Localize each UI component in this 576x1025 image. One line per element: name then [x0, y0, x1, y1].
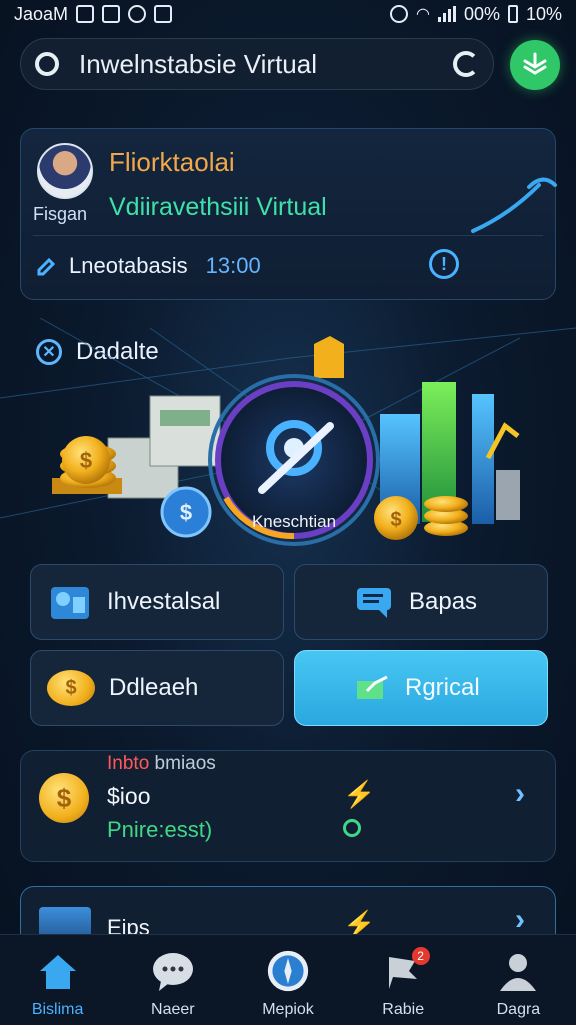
chevron-right-icon[interactable]: › [515, 777, 525, 811]
sync-icon [128, 5, 147, 23]
wifi-icon: ◠ [415, 6, 430, 23]
battery-percent-secondary: 10% [525, 3, 562, 24]
avatar[interactable] [37, 143, 93, 199]
register-button-label: Rgrical [405, 674, 480, 701]
puzzle-icon [51, 587, 89, 619]
profile-tagline: Vdiiravethsiii Virtual [109, 193, 327, 221]
trend-swoosh-icon [471, 177, 557, 233]
balance-label: Inbto bmiaos [107, 753, 216, 775]
layers-icon [523, 52, 547, 75]
wallet-button[interactable] [510, 40, 560, 90]
emblem-label: Kneschtian [251, 512, 337, 531]
chat-bubble-icon [357, 588, 391, 618]
pencil-icon [37, 257, 56, 276]
bug-icon [154, 5, 173, 23]
search-input[interactable]: Inwelnstabsie Virtual [79, 49, 453, 80]
user-icon [496, 949, 540, 993]
status-bar: JaoaM ◠ 00% 10% [0, 0, 576, 28]
schedule-label: Lneotabasis [69, 253, 188, 278]
lightning-icon: ⚡ [343, 779, 376, 809]
bapas-button-label: Bapas [409, 588, 478, 615]
svg-text:$: $ [390, 509, 401, 531]
nav-explore[interactable]: Mepiok [230, 935, 345, 1025]
invest-button-label: Ihvestalsal [107, 588, 221, 615]
profile-name: Fliorktaolai [109, 147, 235, 177]
search-bar[interactable]: Inwelnstabsie Virtual [20, 38, 494, 90]
dividends-button[interactable]: $ Ddleaeh [30, 650, 284, 726]
chat-icon [151, 949, 195, 993]
bottom-navigation: Bislima Naeer Mepiok 2 Rabie Dagra [0, 934, 576, 1025]
balance-rate: Pnire:esst) [107, 817, 213, 842]
divider [33, 235, 543, 236]
svg-text:$: $ [80, 448, 92, 473]
bapas-button[interactable]: Bapas [294, 564, 548, 640]
chevron-right-icon[interactable]: › [515, 903, 525, 937]
notification-badge: 2 [411, 947, 430, 965]
info-icon[interactable]: ! [429, 249, 459, 279]
svg-text:$: $ [180, 500, 192, 525]
status-dot-icon [343, 819, 361, 837]
signal-icon [437, 6, 456, 22]
nav-home-label: Bislima [31, 1001, 84, 1018]
battery-icon [507, 5, 518, 23]
nav-reports[interactable]: 2 Rabie [346, 935, 461, 1025]
battery-percent: 00% [463, 3, 500, 24]
profile-subtitle: Fisgan [33, 204, 88, 224]
cash-stack-icon [107, 395, 221, 499]
profile-card[interactable]: Fliorktaolai Fisgan Vdiiravethsiii Virtu… [20, 128, 557, 300]
dividends-button-label: Ddleaeh [109, 674, 199, 701]
nav-explore-label: Mepiok [262, 1001, 314, 1018]
dollar-coin-icon: $ [39, 773, 89, 823]
blue-coin-icon: $ [160, 486, 212, 538]
nav-reports-label: Rabie [382, 1001, 425, 1018]
register-icon [357, 675, 388, 699]
search-icon [35, 52, 59, 76]
refresh-icon[interactable] [453, 51, 479, 77]
compass-icon [266, 949, 310, 993]
balance-label-text: bmiaos [154, 753, 216, 774]
schedule-time: 13:00 [205, 253, 261, 278]
notification-icon [76, 5, 95, 23]
invest-button[interactable]: Ihvestalsal [30, 564, 284, 640]
balance-card[interactable]: $ Inbto bmiaos $ioo Pnire:esst) ⚡ › [20, 750, 556, 862]
coin-icon: $ [47, 670, 95, 706]
nav-profile[interactable]: Dagra [461, 935, 576, 1025]
schedule-row[interactable]: Lneotabasis 13:00 [35, 253, 261, 279]
home-icon [36, 949, 80, 993]
alarm-icon [389, 5, 408, 23]
nav-messages-label: Naeer [151, 1001, 195, 1018]
nav-profile-label: Dagra [496, 1001, 541, 1018]
nav-messages[interactable]: Naeer [115, 935, 230, 1025]
nav-home[interactable]: Bislima [0, 935, 115, 1025]
status-carrier-text: JaoaM [14, 3, 69, 24]
balance-amount: $ioo [107, 783, 151, 809]
app-icon [102, 5, 121, 23]
register-button[interactable]: Rgrical [294, 650, 548, 726]
balance-label-highlight: Inbto [107, 753, 150, 774]
